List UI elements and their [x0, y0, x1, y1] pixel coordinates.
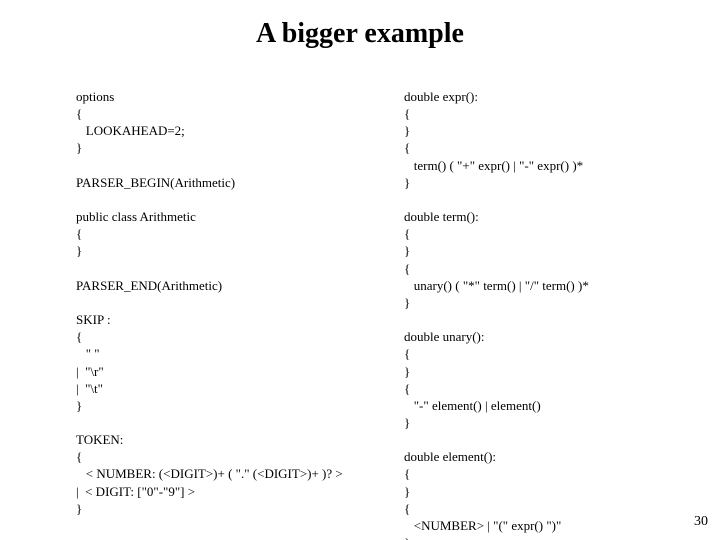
slide: A bigger example options { LOOKAHEAD=2; … — [0, 0, 720, 540]
slide-title: A bigger example — [0, 18, 720, 50]
code-left-column: options { LOOKAHEAD=2; } PARSER_BEGIN(Ar… — [76, 88, 376, 517]
code-right-column: double expr(): { } { term() ( "+" expr()… — [404, 88, 684, 540]
page-number: 30 — [694, 514, 708, 530]
